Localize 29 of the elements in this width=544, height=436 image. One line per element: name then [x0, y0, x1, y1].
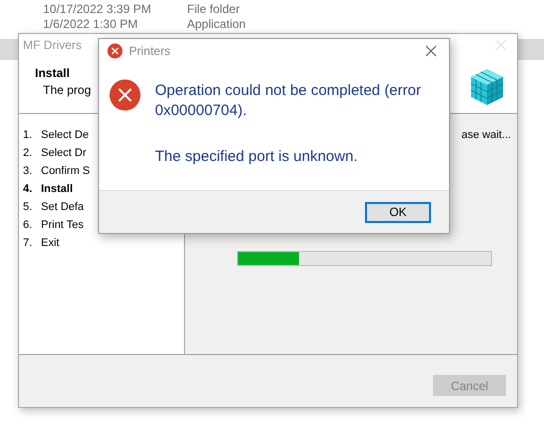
step-heading: Install [35, 66, 71, 80]
status-text: ase wait... [461, 129, 511, 141]
step-label: Exit [41, 237, 60, 249]
step-label: Select De [41, 129, 89, 141]
step-number: 5. [22, 201, 34, 213]
file-type: File folder [187, 2, 240, 16]
window-title: MF Drivers [23, 38, 82, 52]
file-type: Application [187, 16, 246, 30]
step-number: 7. [22, 237, 34, 249]
ok-button[interactable]: OK [365, 202, 431, 222]
step-number: 4. [22, 183, 34, 195]
error-detail: The specified port is unknown. [155, 147, 359, 167]
error-icon [107, 43, 123, 59]
step-number: 3. [22, 165, 34, 177]
step-label: Set Defa [41, 201, 84, 213]
error-icon [109, 79, 141, 111]
file-date: 1/6/2022 1:30 PM [42, 16, 139, 30]
step-label: Confirm S [41, 165, 90, 177]
file-date: 10/17/2022 3:39 PM [42, 2, 152, 16]
error-message: Operation could not be completed (error 0x00000704). [155, 81, 422, 121]
step-description: The prog [42, 83, 92, 97]
dialog-title: Printers [129, 44, 172, 58]
step-number: 1. [22, 129, 34, 141]
step-label: Print Tes [41, 219, 84, 231]
close-icon[interactable] [425, 45, 437, 57]
step-label: Select Dr [41, 147, 86, 159]
step-number: 6. [22, 219, 34, 231]
step-number: 2. [22, 147, 34, 159]
step-label: Install [41, 183, 73, 195]
